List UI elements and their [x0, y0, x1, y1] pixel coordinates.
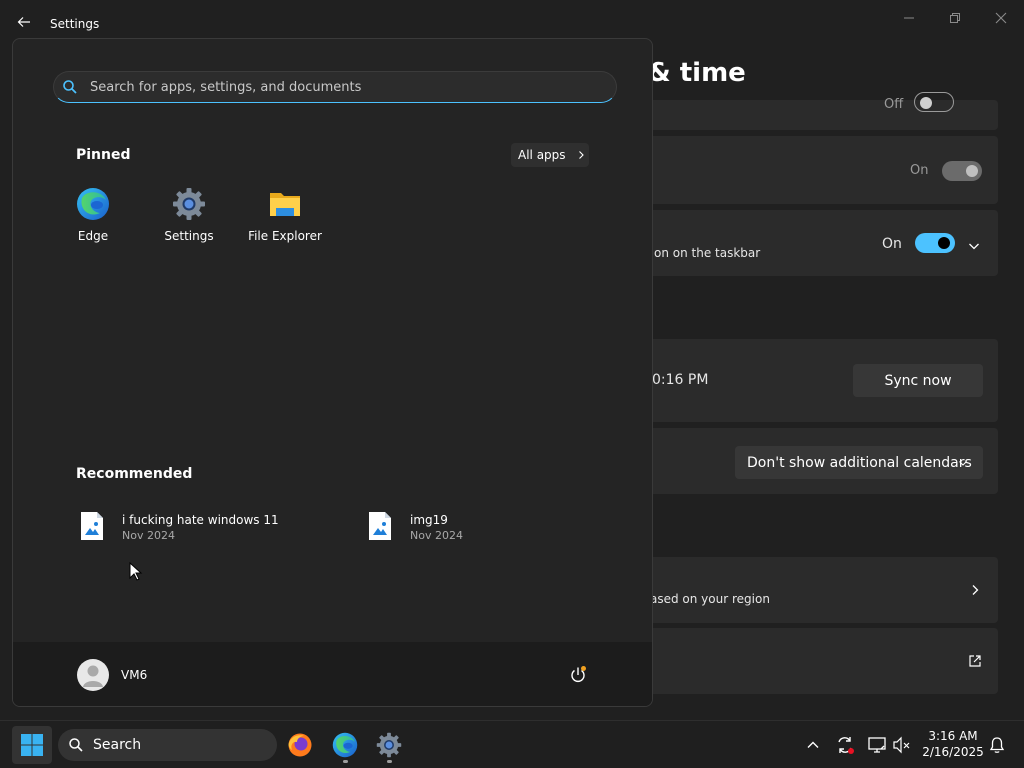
user-name[interactable]: VM6 — [121, 668, 147, 682]
close-button[interactable] — [978, 4, 1024, 32]
bell-icon — [989, 737, 1005, 753]
back-button[interactable] — [10, 8, 38, 36]
close-icon — [995, 12, 1007, 24]
avatar[interactable] — [77, 659, 109, 691]
page-title: & time — [648, 58, 746, 88]
recommended-item-name: img19 — [410, 513, 448, 527]
sync-alert-icon — [838, 737, 854, 754]
running-indicator — [343, 760, 348, 763]
notifications-button[interactable] — [985, 733, 1009, 757]
toggle-state-label: Off — [884, 97, 904, 112]
mouse-cursor-icon — [129, 562, 143, 581]
taskbar-clock[interactable]: 3:16 AM 2/16/2025 — [918, 728, 988, 760]
network-icon — [868, 737, 886, 753]
back-arrow-icon — [17, 17, 30, 27]
volume-button[interactable] — [890, 733, 914, 757]
search-input[interactable]: Search for apps, settings, and documents — [53, 71, 617, 103]
recommended-item[interactable]: i fucking hate windows 11 Nov 2024 — [77, 509, 317, 547]
start-menu-footer: VM6 — [13, 642, 652, 706]
clock-date: 2/16/2025 — [922, 745, 984, 759]
toggle-switch[interactable] — [914, 92, 954, 112]
network-button[interactable] — [865, 733, 889, 757]
toggle-switch[interactable] — [942, 161, 982, 181]
taskbar-search-label: Search — [93, 737, 142, 753]
recommended-item[interactable]: img19 Nov 2024 — [365, 509, 605, 547]
card-description: ased on your region — [650, 592, 770, 606]
minimize-button[interactable] — [886, 4, 932, 32]
calendar-dropdown[interactable]: Don't show additional calendars — [735, 446, 983, 479]
search-placeholder: Search for apps, settings, and documents — [90, 80, 362, 95]
image-file-icon — [81, 512, 103, 540]
taskbar-firefox[interactable] — [280, 725, 320, 765]
minimize-icon — [904, 17, 914, 19]
power-icon — [571, 666, 586, 682]
chevron-right-icon — [578, 151, 584, 159]
edge-icon — [332, 732, 358, 758]
restore-icon — [950, 13, 960, 23]
external-link-icon — [969, 655, 981, 667]
settings-card[interactable] — [640, 628, 998, 694]
volume-muted-icon — [893, 736, 910, 754]
taskbar: Search 3:16 AM 2/16/2025 — [0, 720, 1024, 768]
expand-chevron[interactable] — [968, 237, 980, 256]
edge-icon — [77, 188, 109, 220]
recommended-heading: Recommended — [76, 466, 193, 482]
chevron-down-icon — [969, 243, 979, 250]
taskbar-edge[interactable] — [325, 725, 365, 765]
pinned-app-edge[interactable]: Edge — [51, 187, 135, 251]
search-icon — [63, 80, 77, 94]
power-button[interactable] — [567, 664, 589, 686]
folder-icon — [270, 193, 300, 216]
restore-button[interactable] — [932, 4, 978, 32]
taskbar-settings[interactable] — [369, 725, 409, 765]
gear-icon — [173, 188, 205, 220]
recommended-item-date: Nov 2024 — [122, 529, 175, 542]
recommended-item-name: i fucking hate windows 11 — [122, 513, 279, 527]
toggle-knob — [966, 165, 978, 177]
windows-logo-icon — [21, 734, 43, 756]
last-sync-time: 0:16 PM — [652, 372, 709, 388]
show-hidden-icons-button[interactable] — [801, 733, 825, 757]
all-apps-label: All apps — [518, 148, 566, 162]
user-icon — [83, 665, 103, 687]
pinned-heading: Pinned — [76, 147, 131, 163]
toggle-state-label: On — [882, 236, 902, 252]
window-title: Settings — [50, 17, 100, 31]
running-indicator — [387, 760, 392, 763]
card-description: on on the taskbar — [654, 246, 761, 260]
sync-now-button[interactable]: Sync now — [853, 364, 983, 397]
toggle-state-label: On — [910, 163, 929, 178]
toggle-switch[interactable] — [915, 233, 955, 253]
dropdown-value: Don't show additional calendars — [747, 454, 972, 471]
settings-card[interactable]: ased on your region — [640, 557, 998, 623]
pinned-app-label: Edge — [77, 229, 109, 243]
all-apps-button[interactable]: All apps — [511, 143, 589, 167]
clock-time: 3:16 AM — [928, 729, 978, 743]
chevron-up-icon — [807, 741, 819, 748]
pinned-app-label: Settings — [164, 229, 214, 243]
title-bar: Settings — [0, 0, 1024, 40]
chevron-down-icon — [959, 461, 967, 466]
update-status-button[interactable] — [833, 733, 857, 757]
search-icon — [69, 738, 83, 752]
start-button[interactable] — [12, 726, 52, 764]
recommended-item-date: Nov 2024 — [410, 529, 463, 542]
pinned-app-settings[interactable]: Settings — [147, 187, 231, 251]
start-menu: Search for apps, settings, and documents… — [12, 38, 653, 707]
firefox-icon — [288, 733, 312, 757]
taskbar-search-box[interactable]: Search — [58, 729, 277, 761]
toggle-knob — [938, 237, 950, 249]
pinned-app-file-explorer[interactable]: File Explorer — [243, 187, 327, 251]
pinned-app-label: File Explorer — [248, 229, 322, 243]
toggle-knob — [920, 97, 932, 109]
gear-icon — [376, 732, 402, 758]
image-file-icon — [369, 512, 391, 540]
chevron-right-icon — [972, 585, 979, 595]
